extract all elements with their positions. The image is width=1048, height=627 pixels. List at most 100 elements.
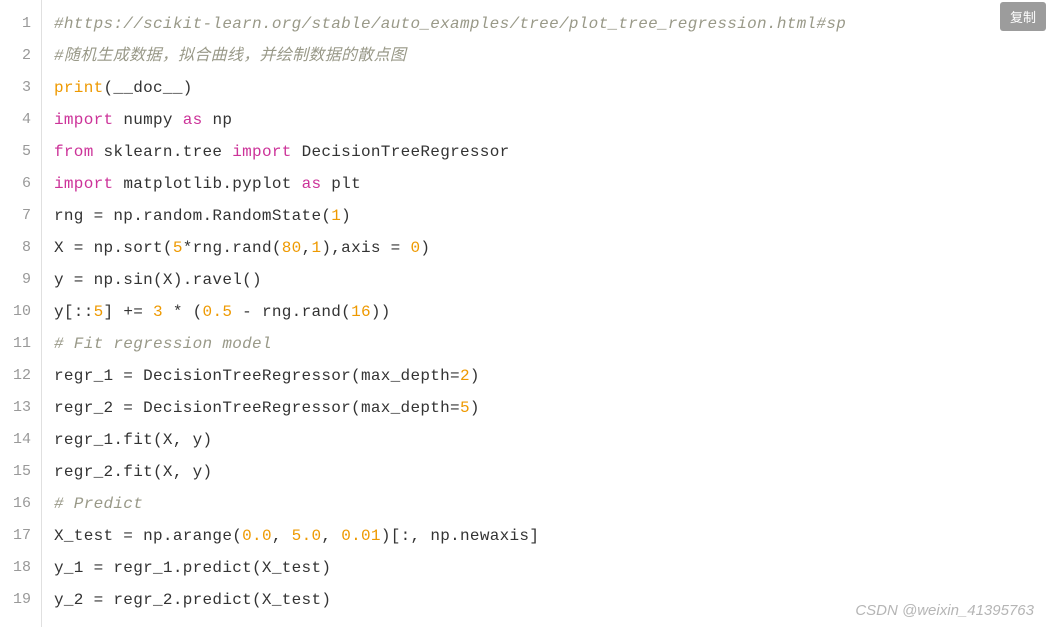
- line-number: 10: [8, 296, 31, 328]
- identifier-token: ): [470, 367, 480, 385]
- line-number: 9: [8, 264, 31, 296]
- keyword-token: import: [54, 111, 113, 129]
- identifier-token: regr_1 = DecisionTreeRegressor(max_depth…: [54, 367, 460, 385]
- line-number: 15: [8, 456, 31, 488]
- line-number: 4: [8, 104, 31, 136]
- number-token: 5: [94, 303, 104, 321]
- comment-token: #随机生成数据，拟合曲线，并绘制数据的散点图: [54, 47, 406, 65]
- line-number: 17: [8, 520, 31, 552]
- identifier-token: numpy: [123, 111, 173, 129]
- identifier-token: ,: [302, 239, 312, 257]
- identifier-token: np: [212, 111, 232, 129]
- identifier-token: regr_1.fit(X, y): [54, 431, 212, 449]
- identifier-token: y[::: [54, 303, 94, 321]
- number-token: 5.0: [292, 527, 322, 545]
- code-line: regr_2 = DecisionTreeRegressor(max_depth…: [54, 392, 1048, 424]
- number-token: 0.01: [341, 527, 381, 545]
- number-token: 1: [311, 239, 321, 257]
- code-line: # Fit regression model: [54, 328, 1048, 360]
- identifier-token: X = np.sort(: [54, 239, 173, 257]
- identifier-token: regr_2.fit(X, y): [54, 463, 212, 481]
- identifier-token: __doc__: [113, 79, 182, 97]
- number-token: 1: [331, 207, 341, 225]
- identifier-token: ,: [321, 527, 341, 545]
- identifier-token: y_1 = regr_1.predict(X_test): [54, 559, 331, 577]
- identifier-token: sklearn.tree: [104, 143, 223, 161]
- code-line: X = np.sort(5*rng.rand(80,1),axis = 0): [54, 232, 1048, 264]
- code-line: regr_2.fit(X, y): [54, 456, 1048, 488]
- identifier-token: y = np.sin(X).ravel(): [54, 271, 262, 289]
- identifier-token: ): [341, 207, 351, 225]
- identifier-token: DecisionTreeRegressor: [302, 143, 510, 161]
- builtin-token: print: [54, 79, 104, 97]
- paren-token: (: [104, 79, 114, 97]
- identifier-token: ,: [272, 527, 292, 545]
- identifier-token: ): [420, 239, 430, 257]
- code-line: from sklearn.tree import DecisionTreeReg…: [54, 136, 1048, 168]
- line-number: 19: [8, 584, 31, 616]
- code-line: y_1 = regr_1.predict(X_test): [54, 552, 1048, 584]
- line-number: 3: [8, 72, 31, 104]
- code-line: regr_1.fit(X, y): [54, 424, 1048, 456]
- keyword-token: from: [54, 143, 94, 161]
- identifier-token: *rng.rand(: [183, 239, 282, 257]
- code-line: X_test = np.arange(0.0, 5.0, 0.01)[:, np…: [54, 520, 1048, 552]
- identifier-token: )[:, np.newaxis]: [381, 527, 539, 545]
- line-number: 8: [8, 232, 31, 264]
- identifier-token: X_test = np.arange(: [54, 527, 242, 545]
- line-number: 11: [8, 328, 31, 360]
- number-token: 0.5: [203, 303, 233, 321]
- comment-token: # Predict: [54, 495, 143, 513]
- line-number: 1: [8, 8, 31, 40]
- number-token: 5: [173, 239, 183, 257]
- line-number: 16: [8, 488, 31, 520]
- number-token: 2: [460, 367, 470, 385]
- number-token: 16: [351, 303, 371, 321]
- code-line: # Predict: [54, 488, 1048, 520]
- code-line: print(__doc__): [54, 72, 1048, 104]
- number-token: 0: [411, 239, 421, 257]
- identifier-token: matplotlib.pyplot: [123, 175, 291, 193]
- line-number: 6: [8, 168, 31, 200]
- comment-token: #https://scikit-learn.org/stable/auto_ex…: [54, 15, 846, 33]
- identifier-token: ] +=: [104, 303, 154, 321]
- line-number: 7: [8, 200, 31, 232]
- code-line: rng = np.random.RandomState(1): [54, 200, 1048, 232]
- code-line: import matplotlib.pyplot as plt: [54, 168, 1048, 200]
- copy-button[interactable]: 复制: [1000, 2, 1046, 31]
- keyword-token: import: [54, 175, 113, 193]
- identifier-token: )): [371, 303, 391, 321]
- code-line: y[::5] += 3 * (0.5 - rng.rand(16)): [54, 296, 1048, 328]
- keyword-token: as: [302, 175, 322, 193]
- line-number: 18: [8, 552, 31, 584]
- number-token: 0.0: [242, 527, 272, 545]
- identifier-token: ),axis =: [321, 239, 410, 257]
- code-line: y = np.sin(X).ravel(): [54, 264, 1048, 296]
- line-number: 13: [8, 392, 31, 424]
- number-token: 3: [153, 303, 163, 321]
- number-token: 5: [460, 399, 470, 417]
- paren-token: ): [183, 79, 193, 97]
- code-line: #随机生成数据，拟合曲线，并绘制数据的散点图: [54, 40, 1048, 72]
- identifier-token: rng = np.random.RandomState(: [54, 207, 331, 225]
- identifier-token: plt: [331, 175, 361, 193]
- line-number: 2: [8, 40, 31, 72]
- identifier-token: regr_2 = DecisionTreeRegressor(max_depth…: [54, 399, 460, 417]
- line-number: 5: [8, 136, 31, 168]
- code-line: y_2 = regr_2.predict(X_test): [54, 584, 1048, 616]
- keyword-token: import: [232, 143, 291, 161]
- identifier-token: * (: [163, 303, 203, 321]
- line-number-gutter: 1 2 3 4 5 6 7 8 9 10 11 12 13 14 15 16 1…: [0, 0, 42, 627]
- line-number: 12: [8, 360, 31, 392]
- code-block: 1 2 3 4 5 6 7 8 9 10 11 12 13 14 15 16 1…: [0, 0, 1048, 627]
- comment-token: # Fit regression model: [54, 335, 272, 353]
- code-line: regr_1 = DecisionTreeRegressor(max_depth…: [54, 360, 1048, 392]
- code-line: import numpy as np: [54, 104, 1048, 136]
- line-number: 14: [8, 424, 31, 456]
- identifier-token: ): [470, 399, 480, 417]
- code-area[interactable]: #https://scikit-learn.org/stable/auto_ex…: [42, 0, 1048, 627]
- identifier-token: - rng.rand(: [232, 303, 351, 321]
- code-line: #https://scikit-learn.org/stable/auto_ex…: [54, 8, 1048, 40]
- keyword-token: as: [183, 111, 203, 129]
- number-token: 80: [282, 239, 302, 257]
